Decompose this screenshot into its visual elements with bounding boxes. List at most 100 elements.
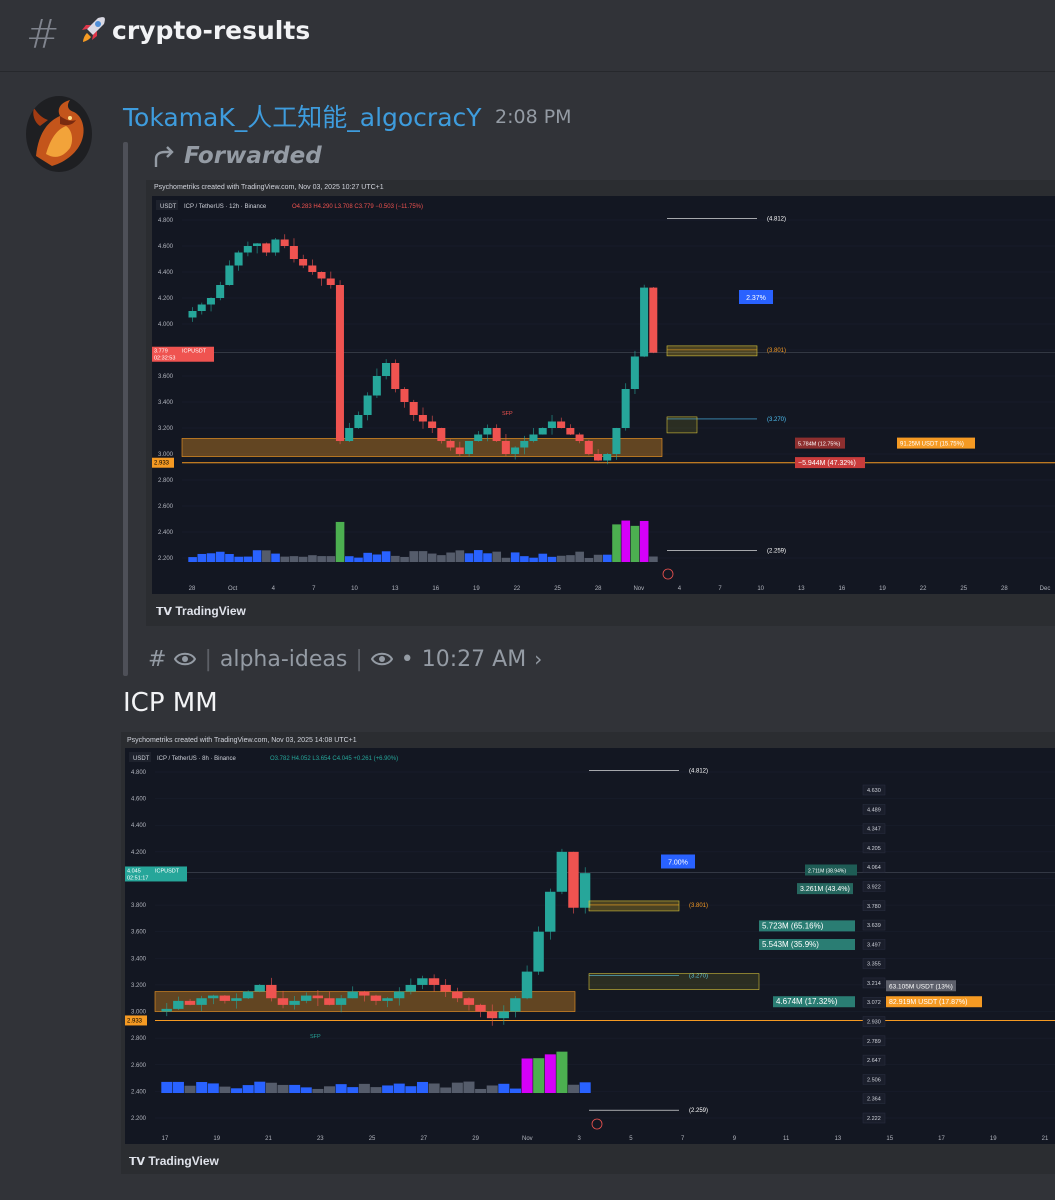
volume-bar	[326, 556, 336, 562]
candle-body	[347, 991, 358, 999]
chevron-right-icon[interactable]: ›	[534, 647, 542, 671]
y-tick-label: 3.600	[158, 374, 174, 380]
volume-bar	[335, 1084, 347, 1093]
candle-body	[317, 272, 326, 279]
projection-level-label: (3.270)	[767, 417, 786, 423]
right-scale-label: 2.647	[867, 1058, 881, 1064]
volume-bar	[335, 521, 345, 562]
chart-canvas: USDT ICP / TetherUS · 12h · Binance O4.283…	[152, 196, 1055, 594]
dragon-avatar-image	[26, 96, 92, 172]
volume-bar	[252, 550, 262, 562]
source-channel-name[interactable]: alpha-ideas	[220, 647, 347, 672]
volume-bar	[547, 556, 557, 562]
volume-bar	[575, 551, 584, 562]
x-tick-label: 27	[420, 1136, 427, 1142]
candle-body	[271, 239, 280, 253]
volume-bar	[197, 553, 207, 562]
author-name[interactable]: TokamaK_人工知能_algocracY	[123, 98, 482, 134]
right-scale-label: 4.064	[867, 865, 881, 871]
y-tick-label: 2.200	[158, 556, 174, 562]
y-tick-label: 4.800	[131, 770, 147, 776]
candle-body	[234, 252, 243, 266]
volume-bar	[520, 556, 529, 562]
right-scale-label: 3.214	[867, 981, 881, 987]
y-tick-label: 4.600	[131, 797, 147, 803]
volume-bar	[358, 1083, 370, 1093]
volume-bar	[538, 553, 548, 562]
x-tick-label: 13	[392, 586, 399, 592]
chart-image-2[interactable]: Psychometriks created with TradingView.c…	[121, 732, 1055, 1174]
candle-body	[463, 998, 475, 1005]
sfp-label: SFP	[502, 411, 513, 417]
forward-source[interactable]: # | alpha-ideas | • 10:27 AM ›	[148, 644, 542, 674]
right-scale-label: 2.364	[867, 1097, 881, 1103]
author-avatar[interactable]	[26, 96, 92, 172]
candle-body	[206, 298, 215, 305]
volume-bar	[475, 1088, 487, 1093]
candle-body	[393, 991, 405, 999]
x-tick-label: Oct	[228, 586, 238, 592]
chart-caption: Psychometriks created with TradingView.c…	[127, 737, 357, 744]
x-tick-label: 23	[317, 1136, 324, 1142]
volume-bar	[584, 557, 594, 562]
right-scale-label: 2.789	[867, 1039, 881, 1045]
volume-bar	[188, 557, 197, 562]
volume-bar	[347, 1087, 359, 1093]
ticker-line: ICP / TetherUS · 8h · Binance	[157, 756, 236, 762]
volume-bar	[317, 556, 326, 562]
liquidation-label-text: 91.25M USDT (15.75%)	[900, 442, 964, 448]
forward-arrow-icon	[154, 146, 174, 167]
candle-body	[630, 356, 639, 389]
x-tick-label: 15	[886, 1136, 893, 1142]
right-scale-label: 4.347	[867, 827, 881, 833]
volume-bar	[271, 553, 280, 562]
price-tag-symbol: ICPUSDT	[182, 349, 207, 355]
channel-name[interactable]: crypto-results	[112, 16, 310, 45]
candle-body	[474, 434, 483, 441]
candle-body	[289, 246, 298, 259]
y-tick-label: 4.200	[158, 296, 174, 302]
volume-bar	[579, 1082, 591, 1093]
projection-level-label: (3.801)	[689, 903, 708, 909]
volume-bar	[556, 555, 566, 562]
volume-bar	[593, 554, 603, 562]
volume-bar	[428, 1083, 440, 1093]
x-tick-label: 19	[879, 586, 886, 592]
volume-bar	[277, 1084, 289, 1093]
x-tick-label: 16	[432, 586, 439, 592]
volume-bar	[234, 556, 243, 562]
candle-body	[289, 1000, 300, 1005]
chart-image-1[interactable]: Psychometriks created with TradingView.c…	[146, 180, 1055, 626]
chart-1-svg: USDT ICP / TetherUS · 12h · Binance O4.283…	[152, 200, 1055, 594]
y-tick-label: 3.000	[158, 452, 174, 458]
x-tick-label: 25	[960, 586, 967, 592]
y-tick-label: 3.600	[131, 930, 147, 936]
symbol-box-text: USDT	[133, 756, 150, 762]
x-tick-label: 10	[757, 586, 764, 592]
volume-bar	[298, 556, 308, 562]
candle-body	[196, 998, 207, 1005]
candle-body	[405, 984, 416, 992]
volume-bar	[196, 1082, 208, 1093]
volume-bar	[533, 1058, 545, 1093]
y-tick-label: 2.800	[158, 478, 174, 484]
volume-bar	[312, 1088, 324, 1093]
x-tick-label: 22	[920, 586, 927, 592]
candle-body	[409, 402, 418, 415]
candle-body	[231, 998, 242, 1001]
candle-body	[529, 434, 538, 441]
liquidation-label-text: 82.919M USDT (17.87%)	[889, 999, 967, 1006]
candle-body	[382, 998, 393, 1001]
projection-level-label: (4.812)	[689, 768, 708, 774]
candle-body	[280, 239, 289, 246]
candle-body	[345, 428, 354, 441]
candle-body	[538, 428, 547, 435]
candle-body	[501, 441, 510, 454]
x-tick-label: 19	[473, 586, 480, 592]
y-tick-label: 4.200	[131, 850, 147, 856]
chart-caption: Psychometriks created with TradingView.c…	[154, 184, 384, 191]
y-tick-label: 3.200	[158, 426, 174, 432]
candle-body	[391, 363, 400, 389]
target-zone-box	[588, 973, 760, 990]
volume-bar	[391, 555, 400, 562]
